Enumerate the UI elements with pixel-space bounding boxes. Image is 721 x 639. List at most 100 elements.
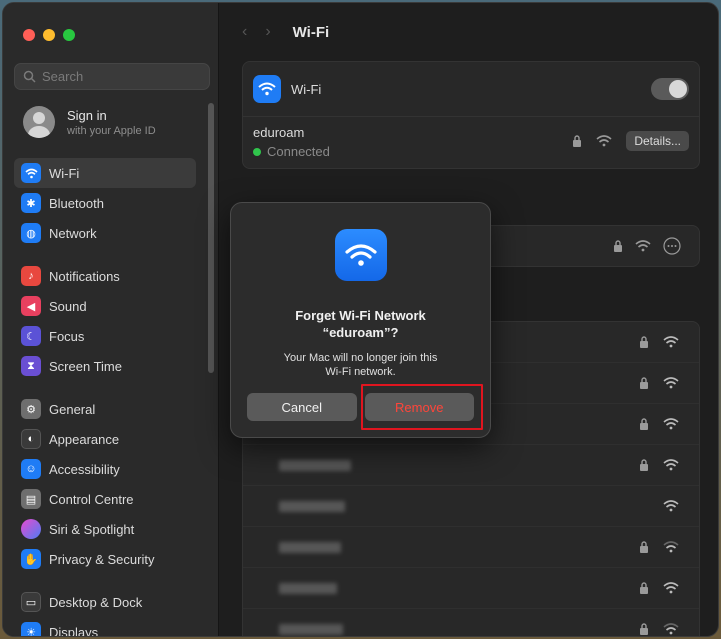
sidebar-item-focus[interactable]: ☾ Focus	[14, 321, 196, 351]
lock-icon	[614, 240, 622, 252]
wifi-signal-icon	[663, 377, 679, 389]
sidebar-item-siri-spotlight[interactable]: Siri & Spotlight	[14, 514, 196, 544]
sidebar-item-displays[interactable]: ☀ Displays	[14, 617, 196, 637]
lock-icon	[640, 623, 648, 635]
window-controls	[23, 29, 75, 41]
dialog-message-line: Wi-Fi network.	[325, 366, 396, 378]
sidebar-item-label: Sound	[49, 298, 87, 314]
siri-icon	[21, 519, 41, 539]
lock-icon	[573, 135, 582, 147]
cancel-button[interactable]: Cancel	[247, 393, 357, 421]
sidebar-item-label: Focus	[49, 328, 85, 344]
moon-icon: ☾	[21, 326, 41, 346]
details-button[interactable]: Details...	[626, 131, 689, 151]
wifi-signal-icon	[663, 336, 679, 348]
dialog-message: Your Mac will no longer join this Wi-Fi …	[231, 351, 490, 379]
wifi-signal-icon	[596, 135, 612, 147]
search-box[interactable]	[14, 63, 210, 90]
sidebar-item-label: General	[49, 401, 96, 417]
forward-chevron-icon[interactable]: ›	[265, 23, 270, 41]
hourglass-icon: ⧗	[21, 356, 41, 376]
globe-icon: ◍	[21, 223, 41, 243]
more-options-icon[interactable]	[663, 237, 681, 255]
gear-icon: ⚙	[21, 399, 41, 419]
list-item[interactable]	[243, 609, 699, 636]
appearance-icon: ◐	[21, 429, 41, 449]
wifi-signal-icon	[663, 418, 679, 430]
sidebar-item-appearance[interactable]: ◐ Appearance	[14, 424, 196, 454]
lock-icon	[640, 459, 648, 471]
speaker-icon: ◀	[21, 296, 41, 316]
list-item[interactable]	[243, 568, 699, 609]
avatar	[23, 106, 55, 138]
search-icon	[23, 70, 36, 83]
lock-icon	[640, 377, 648, 389]
account-title: Sign in	[67, 107, 107, 123]
wifi-signal-icon	[663, 582, 679, 594]
wifi-icon	[253, 75, 281, 103]
search-input[interactable]	[42, 69, 192, 84]
network-name	[279, 541, 341, 553]
apple-id-account[interactable]: Sign in with your Apple ID	[23, 106, 156, 138]
sidebar-item-label: Control Centre	[49, 491, 134, 507]
sidebar-item-bluetooth[interactable]: ✱ Bluetooth	[14, 188, 196, 218]
list-item[interactable]	[243, 486, 699, 527]
wifi-toggle[interactable]	[651, 78, 689, 100]
sidebar-item-label: Bluetooth	[49, 195, 104, 211]
sidebar-item-sound[interactable]: ◀ Sound	[14, 291, 196, 321]
network-name	[279, 500, 345, 512]
sidebar-item-label: Privacy & Security	[49, 551, 155, 567]
hand-icon: ✋	[21, 549, 41, 569]
sidebar-item-label: Wi-Fi	[49, 165, 80, 181]
sidebar-item-label: Appearance	[49, 431, 120, 447]
dock-icon: ▭	[21, 592, 41, 612]
network-name	[279, 582, 337, 594]
sidebar-item-general[interactable]: ⚙ General	[14, 394, 196, 424]
sidebar-item-label: Screen Time	[49, 358, 122, 374]
current-network-row: eduroam Connected Details...	[243, 117, 699, 169]
close-window-button[interactable]	[23, 29, 35, 41]
sidebar-item-screen-time[interactable]: ⧗ Screen Time	[14, 351, 196, 381]
sidebar-item-accessibility[interactable]: ☺ Accessibility	[14, 454, 196, 484]
account-subtitle: with your Apple ID	[67, 124, 156, 137]
sidebar-item-notifications[interactable]: ♪ Notifications	[14, 261, 196, 291]
lock-icon	[640, 541, 648, 553]
network-actions: Details...	[572, 131, 689, 151]
sidebar-item-control-centre[interactable]: ▤ Control Centre	[14, 484, 196, 514]
sidebar-item-label: Desktop & Dock	[49, 594, 143, 610]
list-item[interactable]	[243, 527, 699, 568]
dialog-message-line: Your Mac will no longer join this	[283, 352, 438, 364]
wifi-card: Wi-Fi eduroam Connected Details...	[242, 61, 700, 169]
wifi-icon	[21, 163, 41, 183]
zoom-window-button[interactable]	[63, 29, 75, 41]
sidebar-item-privacy-security[interactable]: ✋ Privacy & Security	[14, 544, 196, 574]
sidebar-item-label: Network	[49, 225, 97, 241]
minimize-window-button[interactable]	[43, 29, 55, 41]
sidebar-item-desktop-dock[interactable]: ▭ Desktop & Dock	[14, 587, 196, 617]
bluetooth-icon: ✱	[21, 193, 41, 213]
sidebar-item-wifi[interactable]: Wi-Fi	[14, 158, 196, 188]
wifi-icon	[334, 229, 387, 281]
bell-icon: ♪	[21, 266, 41, 286]
toolbar: ‹ › Wi-Fi	[242, 23, 329, 41]
highlight-box	[361, 384, 483, 430]
page-title: Wi-Fi	[292, 23, 330, 41]
wifi-signal-icon	[635, 240, 651, 252]
wifi-signal-icon	[663, 500, 679, 512]
sidebar-item-network[interactable]: ◍ Network	[14, 218, 196, 248]
lock-icon	[640, 582, 648, 594]
sidebar-nav: Wi-Fi ✱ Bluetooth ◍ Network ♪ Notificati…	[14, 158, 196, 637]
accessibility-icon: ☺	[21, 459, 41, 479]
wifi-signal-icon	[663, 459, 679, 471]
list-item[interactable]	[243, 445, 699, 486]
wifi-toggle-row: Wi-Fi	[243, 62, 699, 117]
network-name	[279, 459, 351, 471]
sidebar-item-label: Displays	[49, 624, 99, 637]
lock-icon	[640, 418, 648, 430]
sidebar-item-label: Accessibility	[49, 461, 120, 477]
sidebar-scrollbar[interactable]	[208, 103, 214, 373]
dialog-title-line: “eduroam”?	[322, 325, 399, 340]
back-chevron-icon[interactable]: ‹	[242, 23, 247, 41]
network-name	[279, 623, 343, 635]
wifi-label: Wi-Fi	[291, 81, 322, 97]
